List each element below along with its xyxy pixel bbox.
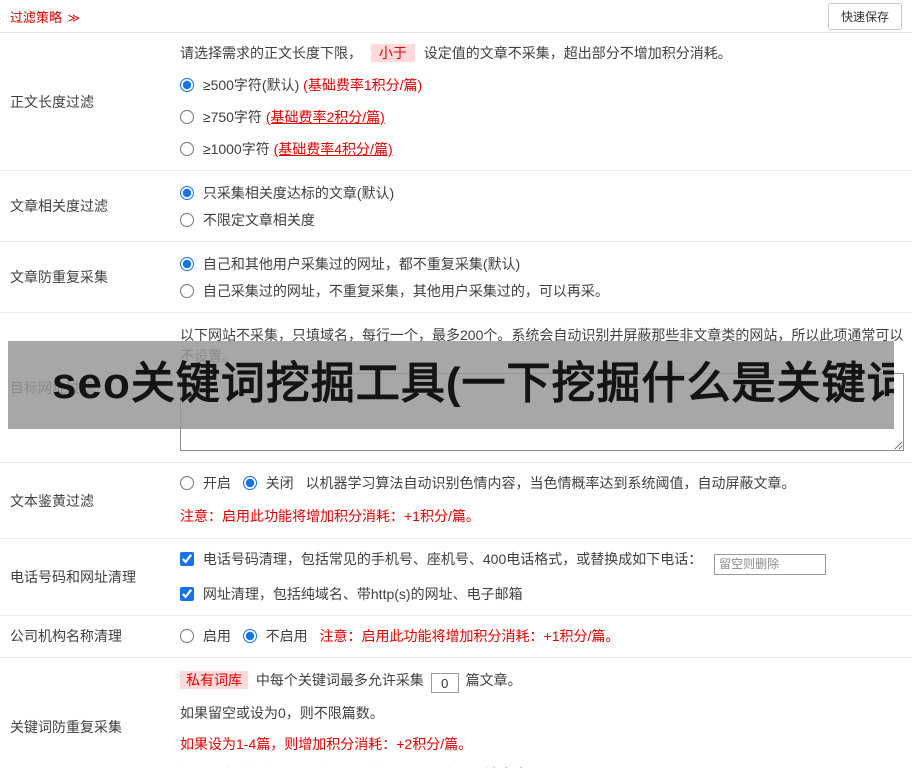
porn-filter-note: 注意：启用此功能将增加积分消耗：+1积分/篇。 <box>180 508 480 524</box>
private-lexicon-badge: 私有词库 <box>180 670 248 689</box>
url-clean-text: 网址清理，包括纯域名、带http(s)的网址、电子邮箱 <box>202 585 523 602</box>
row-keyword-dedup: 关键词防重复采集 私有词库 中每个关键词最多允许采集 篇文章。 如果留空或设为0… <box>0 658 912 768</box>
row-company-clean-content: 启用 不启用 注意：启用此功能将增加积分消耗：+1积分/篇。 <box>172 616 912 657</box>
relevance-option-strict-text: 只采集相关度达标的文章(默认) <box>202 185 395 201</box>
porn-filter-option-on-text: 开启 <box>202 475 231 491</box>
row-relevance-label: 文章相关度过滤 <box>10 198 108 214</box>
row-company-clean: 公司机构名称清理 启用 不启用 注意：启用此功能将增加积分消耗：+1积分/篇。 <box>0 616 912 658</box>
company-clean-note: 注意：启用此功能将增加积分消耗：+1积分/篇。 <box>319 627 620 644</box>
url-clean-line: 网址清理，包括纯域名、带http(s)的网址、电子邮箱 <box>180 584 904 605</box>
dedup-option-global[interactable]: 自己和其他用户采集过的网址，都不重复采集(默认) <box>180 254 904 275</box>
url-clean-option[interactable]: 网址清理，包括纯域名、带http(s)的网址、电子邮箱 <box>180 586 523 602</box>
porn-filter-radio-off[interactable] <box>242 476 257 490</box>
body-length-option-500-note: (基础费率1积分/篇) <box>303 77 423 93</box>
row-body-length-label: 正文长度过滤 <box>10 93 94 110</box>
url-clean-checkbox[interactable] <box>180 586 194 601</box>
row-phone-url-clean-label: 电话号码和网址清理 <box>10 568 136 585</box>
keyword-max-count-input[interactable] <box>430 673 459 693</box>
porn-filter-desc: 以机器学习算法自动识别色情内容，当色情概率达到系统阈值，自动屏蔽文章。 <box>305 475 796 491</box>
keyword-dedup-line1-end: 篇文章。 <box>465 671 522 688</box>
row-relevance: 文章相关度过滤 只采集相关度达标的文章(默认) 不限定文章相关度 <box>0 171 912 242</box>
body-length-radio-1000[interactable] <box>180 142 194 156</box>
row-phone-url-clean: 电话号码和网址清理 电话号码清理，包括常见的手机号、座机号、400电话格式，或替… <box>0 539 912 616</box>
company-clean-radio-on[interactable] <box>180 628 194 643</box>
body-length-option-1000[interactable]: ≥1000字符 (基础费率4积分/篇) <box>180 139 904 160</box>
row-dedup-label: 文章防重复采集 <box>10 269 108 285</box>
body-length-radio-500[interactable] <box>180 78 194 92</box>
row-porn-filter: 文本鉴黄过滤 开启 关闭 以机器学习算法自动识别色情内容，当色情概率达到系统阈值… <box>0 463 912 539</box>
body-length-option-1000-note: (基础费率4积分/篇) <box>273 141 393 157</box>
phone-clean-line: 电话号码清理，包括常见的手机号、座机号、400电话格式，或替换成如下电话： <box>180 549 904 575</box>
dedup-radio-global[interactable] <box>180 257 194 271</box>
company-clean-option-on[interactable]: 启用 <box>180 628 235 644</box>
body-length-option-750-note: (基础费率2积分/篇) <box>265 109 385 125</box>
dedup-option-self-text: 自己采集过的网址，不重复采集，其他用户采集过的，可以再采。 <box>202 283 609 299</box>
keyword-dedup-line3: 如果设为1-4篇，则增加积分消耗：+2积分/篇。 <box>180 736 473 752</box>
keyword-dedup-line1: 私有词库 中每个关键词最多允许采集 篇文章。 <box>180 670 904 693</box>
company-clean-option-on-text: 启用 <box>202 627 231 644</box>
company-clean-option-off[interactable]: 不启用 <box>242 627 312 644</box>
porn-filter-option-off[interactable]: 关闭 <box>242 475 298 491</box>
keyword-dedup-line1-mid: 中每个关键词最多允许采集 <box>255 671 424 688</box>
row-company-clean-label: 公司机构名称清理 <box>10 628 122 644</box>
body-length-intro: 请选择需求的正文长度下限， 小于 设定值的文章不采集，超出部分不增加积分消耗。 <box>180 43 904 64</box>
page-title-text: 过滤策略 <box>10 9 63 25</box>
quick-save-button[interactable]: 快速保存 <box>827 2 902 30</box>
body-length-option-500-text: ≥500字符(默认) <box>202 77 300 93</box>
drag-overlay: seo关键词挖掘工具(一下挖掘什么是关键词 <box>8 341 894 429</box>
porn-filter-radio-on[interactable] <box>180 476 194 490</box>
porn-filter-options: 开启 关闭 以机器学习算法自动识别色情内容，当色情概率达到系统阈值，自动屏蔽文章… <box>180 473 904 494</box>
row-dedup-content: 自己和其他用户采集过的网址，都不重复采集(默认) 自己采集过的网址，不重复采集，… <box>172 242 912 312</box>
row-body-length-content: 请选择需求的正文长度下限， 小于 设定值的文章不采集，超出部分不增加积分消耗。 … <box>172 33 912 170</box>
row-porn-filter-content: 开启 关闭 以机器学习算法自动识别色情内容，当色情概率达到系统阈值，自动屏蔽文章… <box>172 463 912 538</box>
dedup-option-self[interactable]: 自己采集过的网址，不重复采集，其他用户采集过的，可以再采。 <box>180 281 904 302</box>
phone-clean-option[interactable]: 电话号码清理，包括常见的手机号、座机号、400电话格式，或替换成如下电话： <box>180 551 706 567</box>
relevance-radio-strict[interactable] <box>180 186 194 200</box>
porn-filter-option-off-text: 关闭 <box>265 475 294 491</box>
porn-filter-option-on[interactable]: 开启 <box>180 475 235 491</box>
keyword-dedup-line2: 如果留空或设为0，则不限篇数。 <box>180 705 384 721</box>
dedup-option-global-text: 自己和其他用户采集过的网址，都不重复采集(默认) <box>202 256 521 272</box>
phone-clean-checkbox[interactable] <box>180 552 194 566</box>
filter-strategy-page: 过滤策略 ≫ 快速保存 正文长度过滤 请选择需求的正文长度下限， 小于 设定值的… <box>0 0 912 768</box>
overlay-keyword-text: seo关键词挖掘工具(一下挖掘什么是关键词 <box>52 359 894 408</box>
relevance-radio-any[interactable] <box>180 213 194 227</box>
relevance-option-any[interactable]: 不限定文章相关度 <box>180 210 904 231</box>
page-title[interactable]: 过滤策略 ≫ <box>10 7 80 26</box>
row-body-length: 正文长度过滤 请选择需求的正文长度下限， 小于 设定值的文章不采集，超出部分不增… <box>0 33 912 171</box>
body-length-option-750[interactable]: ≥750字符 (基础费率2积分/篇) <box>180 107 904 128</box>
row-phone-url-clean-content: 电话号码清理，包括常见的手机号、座机号、400电话格式，或替换成如下电话： 网址… <box>172 539 912 615</box>
body-length-intro-highlight: 小于 <box>370 44 415 62</box>
body-length-option-500[interactable]: ≥500字符(默认) (基础费率1积分/篇) <box>180 75 904 96</box>
row-keyword-dedup-label: 关键词防重复采集 <box>10 718 122 735</box>
company-clean-option-off-text: 不启用 <box>265 627 308 644</box>
relevance-option-strict[interactable]: 只采集相关度达标的文章(默认) <box>180 183 904 204</box>
relevance-option-any-text: 不限定文章相关度 <box>202 212 315 228</box>
chevron-double-down-icon: ≫ <box>67 10 81 25</box>
body-length-option-1000-text: ≥1000字符 <box>202 141 270 157</box>
phone-replacement-input[interactable] <box>714 553 827 575</box>
body-length-intro-post: 设定值的文章不采集，超出部分不增加积分消耗。 <box>423 45 732 61</box>
company-clean-radio-off[interactable] <box>242 628 257 643</box>
topbar: 过滤策略 ≫ 快速保存 <box>0 0 912 33</box>
body-length-intro-pre: 请选择需求的正文长度下限， <box>180 45 362 61</box>
row-dedup: 文章防重复采集 自己和其他用户采集过的网址，都不重复采集(默认) 自己采集过的网… <box>0 242 912 313</box>
dedup-radio-self[interactable] <box>180 284 194 298</box>
body-length-option-750-text: ≥750字符 <box>202 109 262 125</box>
phone-clean-text: 电话号码清理，包括常见的手机号、座机号、400电话格式，或替换成如下电话： <box>202 551 703 567</box>
body-length-radio-750[interactable] <box>180 110 194 124</box>
row-keyword-dedup-content: 私有词库 中每个关键词最多允许采集 篇文章。 如果留空或设为0，则不限篇数。 如… <box>172 658 912 768</box>
row-relevance-content: 只采集相关度达标的文章(默认) 不限定文章相关度 <box>172 171 912 241</box>
row-porn-filter-label: 文本鉴黄过滤 <box>10 492 94 509</box>
